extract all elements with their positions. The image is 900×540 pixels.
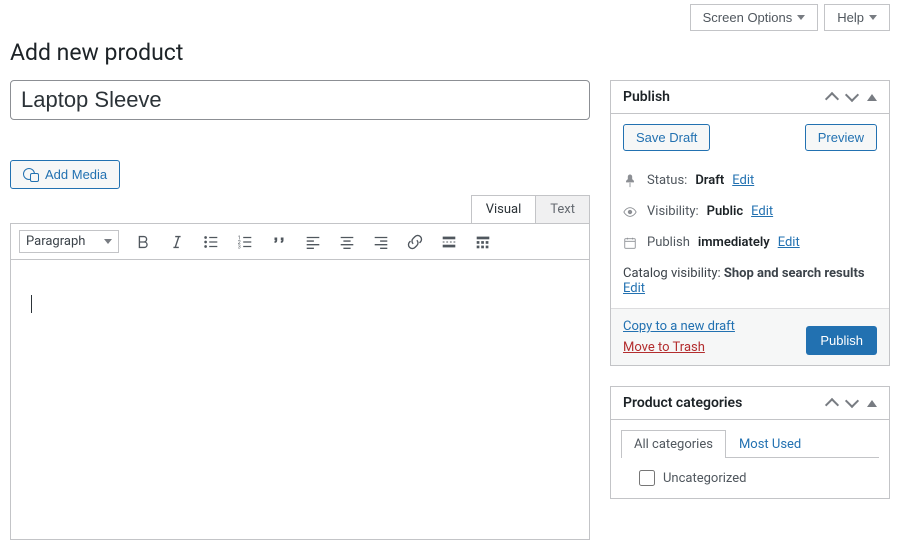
format-select-value: Paragraph	[26, 234, 85, 249]
move-down-icon[interactable]	[845, 88, 859, 102]
toggle-panel-icon[interactable]	[867, 400, 877, 407]
screen-options-label: Screen Options	[703, 10, 793, 25]
tab-all-categories[interactable]: All categories	[621, 430, 726, 458]
add-media-button[interactable]: Add Media	[10, 160, 120, 189]
product-title-input[interactable]	[10, 80, 590, 120]
calendar-icon	[623, 236, 639, 250]
page-title: Add new product	[10, 39, 890, 66]
toggle-panel-icon[interactable]	[867, 94, 877, 101]
tab-most-used[interactable]: Most Used	[726, 430, 814, 458]
text-cursor	[31, 295, 32, 313]
italic-icon[interactable]	[167, 232, 187, 252]
move-down-icon[interactable]	[845, 394, 859, 408]
format-select[interactable]: Paragraph	[19, 230, 119, 253]
help-label: Help	[837, 10, 864, 25]
schedule-value: immediately	[698, 235, 770, 250]
visibility-label: Visibility:	[647, 204, 699, 219]
eye-icon	[623, 205, 639, 219]
read-more-icon[interactable]	[439, 232, 459, 252]
edit-schedule-link[interactable]: Edit	[778, 235, 800, 250]
help-button[interactable]: Help	[824, 4, 890, 31]
link-icon[interactable]	[405, 232, 425, 252]
quote-icon[interactable]	[269, 232, 289, 252]
screen-options-button[interactable]: Screen Options	[690, 4, 819, 31]
preview-button[interactable]: Preview	[805, 124, 877, 151]
caret-down-icon	[104, 239, 112, 244]
toolbar-toggle-icon[interactable]	[473, 232, 493, 252]
visibility-value: Public	[707, 204, 743, 219]
bold-icon[interactable]	[133, 232, 153, 252]
align-center-icon[interactable]	[337, 232, 357, 252]
product-categories-metabox: Product categories All categories Most U…	[610, 386, 890, 499]
move-up-icon[interactable]	[825, 92, 839, 106]
catalog-value: Shop and search results	[724, 266, 865, 281]
align-right-icon[interactable]	[371, 232, 391, 252]
save-draft-button[interactable]: Save Draft	[623, 124, 710, 151]
category-label: Uncategorized	[663, 471, 746, 486]
editor-content[interactable]	[10, 260, 590, 540]
bullet-list-icon[interactable]	[201, 232, 221, 252]
caret-down-icon	[869, 15, 877, 20]
edit-visibility-link[interactable]: Edit	[751, 204, 773, 219]
categories-title: Product categories	[623, 395, 742, 411]
align-left-icon[interactable]	[303, 232, 323, 252]
category-item[interactable]: Uncategorized	[627, 470, 873, 486]
catalog-label: Catalog visibility:	[623, 266, 721, 281]
publish-metabox: Publish Save Draft Preview Status: Draft…	[610, 80, 890, 366]
pin-icon	[623, 174, 639, 188]
move-up-icon[interactable]	[825, 398, 839, 412]
category-checkbox[interactable]	[639, 470, 655, 486]
tab-visual[interactable]: Visual	[471, 195, 537, 223]
add-media-label: Add Media	[45, 167, 107, 182]
caret-down-icon	[797, 15, 805, 20]
move-to-trash-link[interactable]: Move to Trash	[623, 340, 735, 355]
svg-text:3: 3	[238, 244, 241, 250]
publish-title: Publish	[623, 89, 670, 105]
status-value: Draft	[695, 173, 724, 188]
publish-button[interactable]: Publish	[806, 326, 877, 355]
editor-toolbar: Paragraph 123	[10, 223, 590, 260]
schedule-label: Publish	[647, 235, 690, 250]
media-icon	[23, 168, 39, 182]
copy-to-draft-link[interactable]: Copy to a new draft	[623, 319, 735, 334]
tab-text[interactable]: Text	[535, 195, 590, 223]
numbered-list-icon[interactable]: 123	[235, 232, 255, 252]
edit-status-link[interactable]: Edit	[732, 173, 754, 188]
edit-catalog-link[interactable]: Edit	[623, 281, 645, 296]
status-label: Status:	[647, 173, 687, 188]
